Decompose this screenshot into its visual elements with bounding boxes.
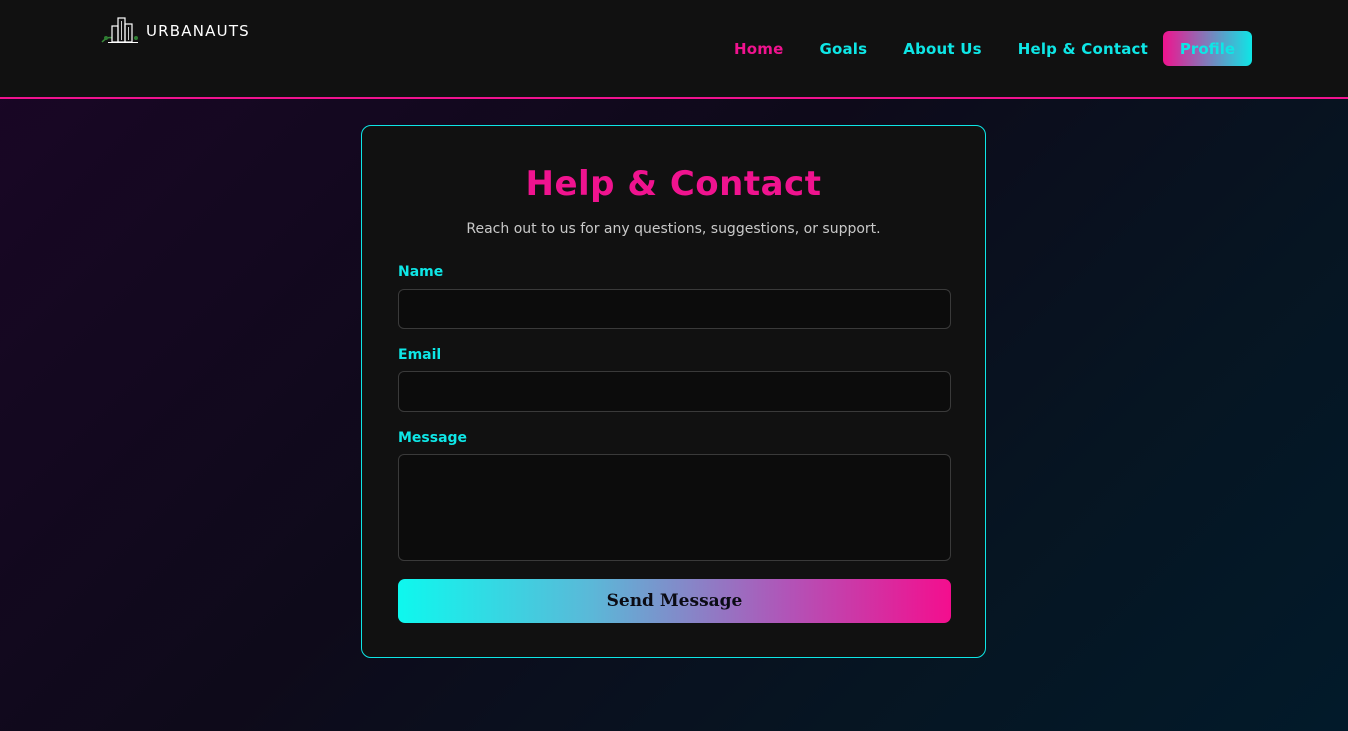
main-nav: Home Goals About Us Help & Contact (734, 31, 1184, 66)
site-logo[interactable]: URBANAUTS (100, 16, 250, 44)
nav-about-us[interactable]: About Us (903, 40, 981, 58)
name-label: Name (398, 264, 444, 280)
nav-goals[interactable]: Goals (819, 40, 867, 58)
message-label: Message (398, 430, 468, 446)
message-textarea[interactable] (398, 454, 951, 561)
nav-home[interactable]: Home (734, 40, 783, 58)
email-label: Email (398, 347, 442, 363)
page-subtitle: Reach out to us for any questions, sugge… (466, 221, 881, 237)
city-buildings-icon (101, 17, 138, 43)
send-message-button[interactable]: Send Message (398, 579, 951, 623)
email-input[interactable] (398, 371, 951, 412)
top-navbar: URBANAUTS Home Goals About Us Help & Con… (0, 0, 1348, 99)
page-title: Help & Contact (525, 164, 822, 204)
name-input[interactable] (398, 289, 951, 329)
profile-button[interactable]: Profile (1163, 31, 1252, 66)
logo-text: URBANAUTS (146, 22, 250, 40)
nav-help-contact[interactable]: Help & Contact (1018, 40, 1148, 58)
contact-card: Help & Contact Reach out to us for any q… (361, 125, 986, 658)
